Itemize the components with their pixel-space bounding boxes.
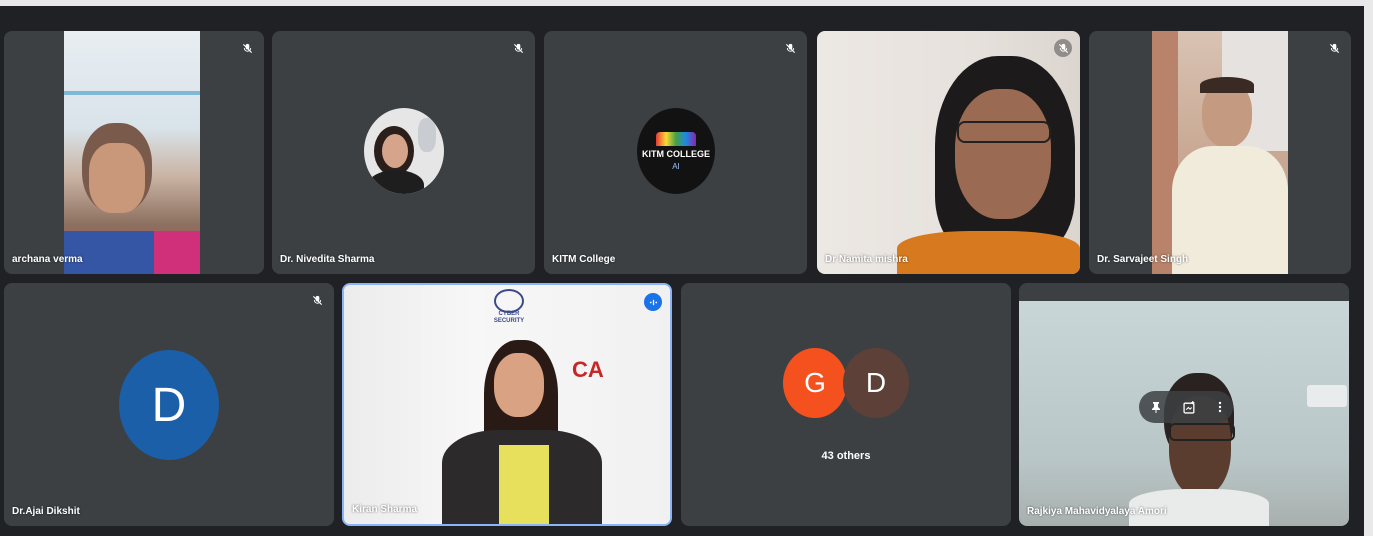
avatar: D (119, 350, 219, 460)
background-text: CYBER SECURITY (493, 311, 525, 324)
mic-off-icon (238, 39, 256, 57)
scrollbar[interactable] (1364, 0, 1373, 536)
others-count-label: 43 others (821, 450, 871, 462)
participant-tile-archana[interactable]: archana verma (4, 31, 264, 274)
logo-title: KITM COLLEGE (642, 148, 710, 159)
participant-tile-sarvajeet[interactable]: Dr. Sarvajeet Singh (1089, 31, 1351, 274)
video-feed (1152, 31, 1288, 274)
participant-tile-kitm[interactable]: KITM COLLEGE AI KITM College (544, 31, 807, 274)
mic-off-icon (781, 39, 799, 57)
video-feed (817, 31, 1080, 274)
profile-picture (364, 108, 444, 194)
avatar: D (843, 348, 909, 418)
pin-icon[interactable] (1150, 401, 1162, 413)
participant-name: KITM College (552, 254, 616, 265)
kitm-logo: KITM COLLEGE AI (637, 108, 715, 194)
participant-tile-namita[interactable]: Dr Namita mishra (817, 31, 1080, 274)
mic-off-icon (1054, 39, 1072, 57)
top-border (0, 0, 1373, 6)
more-options-icon[interactable] (1218, 401, 1222, 413)
tile-hover-controls (1139, 391, 1233, 423)
add-to-screen-icon[interactable] (1183, 400, 1196, 414)
mic-off-icon (509, 39, 527, 57)
participant-tile-nivedita[interactable]: Dr. Nivedita Sharma (272, 31, 535, 274)
background-logo: CA (572, 357, 604, 382)
video-feed (64, 31, 200, 274)
avatar: G (783, 348, 847, 418)
speaking-indicator-icon (644, 293, 662, 311)
participant-name: Dr. Sarvajeet Singh (1097, 254, 1189, 265)
participant-name: Dr.Ajai Dikshit (12, 506, 80, 517)
participant-name: Dr Namita mishra (825, 254, 908, 265)
logo-subtitle: AI (672, 161, 680, 171)
others-tile[interactable]: G D 43 others (681, 283, 1011, 526)
participant-tile-kiran[interactable]: CYBER SECURITY CA Kiran Sharma (342, 283, 672, 526)
participant-name: archana verma (12, 254, 83, 265)
mic-off-icon (1325, 39, 1343, 57)
participant-tile-rajkiya[interactable]: Rajkiya Mahavidyalaya Amori (1019, 283, 1349, 526)
participant-tile-ajai[interactable]: D Dr.Ajai Dikshit (4, 283, 334, 526)
participant-name: Kiran Sharma (352, 504, 418, 515)
video-feed: CYBER SECURITY CA (344, 285, 670, 524)
participant-name: Rajkiya Mahavidyalaya Amori (1027, 506, 1167, 517)
mic-off-icon (308, 291, 326, 309)
participant-name: Dr. Nivedita Sharma (280, 254, 375, 265)
